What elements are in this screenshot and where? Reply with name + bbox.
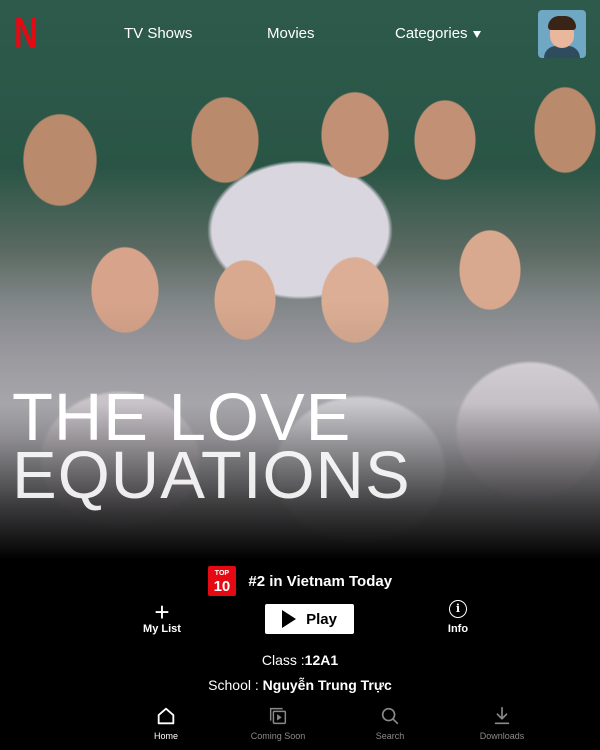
search-icon <box>381 707 399 725</box>
bottom-tab-bar: Home Coming Soon Search Downloads <box>0 700 600 750</box>
profile-avatar[interactable] <box>538 10 586 58</box>
nav-categories[interactable]: Categories <box>395 25 481 42</box>
download-icon <box>494 706 510 725</box>
tab-downloads[interactable]: Downloads <box>462 705 542 741</box>
rank-text: #2 in Vietnam Today <box>248 572 393 590</box>
tab-downloads-label: Downloads <box>479 731 525 741</box>
top10-icon: TOP 10 <box>207 566 236 596</box>
tab-coming-soon-label: Coming Soon <box>250 731 306 741</box>
my-list-label: My List <box>143 623 181 635</box>
top-navigation: N TV Shows Movies Categories <box>0 0 600 70</box>
tab-coming-soon[interactable]: Coming Soon <box>238 705 318 741</box>
avatar-hair <box>548 16 576 30</box>
tab-search-label: Search <box>375 731 405 741</box>
play-button[interactable]: Play <box>265 604 354 634</box>
caret-down-icon <box>472 30 481 38</box>
play-icon <box>282 610 297 628</box>
class-label: Class : <box>261 652 305 668</box>
school-value: Nguyễn Trung Trực <box>262 677 392 693</box>
tab-home-label: Home <box>153 731 178 741</box>
home-icon <box>157 707 175 725</box>
coming-soon-icon <box>269 707 287 725</box>
info-label: Info <box>447 623 469 635</box>
nav-tv-shows[interactable]: TV Shows <box>124 25 192 42</box>
top10-badge-ten: 10 <box>213 578 231 595</box>
info-button[interactable]: i Info <box>428 600 488 635</box>
tab-search[interactable]: Search <box>350 705 430 741</box>
class-value: 12A1 <box>304 652 339 668</box>
my-list-button[interactable]: + My List <box>132 597 192 635</box>
class-info: Class :12A1 <box>0 652 600 668</box>
show-title-line2: EQUATIONS <box>12 438 411 513</box>
play-label: Play <box>306 610 337 628</box>
top10-rank: TOP 10 #2 in Vietnam Today <box>0 566 600 596</box>
nav-categories-label: Categories <box>395 25 468 42</box>
netflix-logo[interactable]: N <box>14 10 38 58</box>
nav-movies[interactable]: Movies <box>267 25 315 42</box>
school-info: School : Nguyễn Trung Trực <box>0 677 600 693</box>
plus-icon: + <box>154 597 170 627</box>
school-label: School : <box>208 677 259 693</box>
info-icon: i <box>449 600 467 618</box>
tab-home[interactable]: Home <box>126 705 206 741</box>
